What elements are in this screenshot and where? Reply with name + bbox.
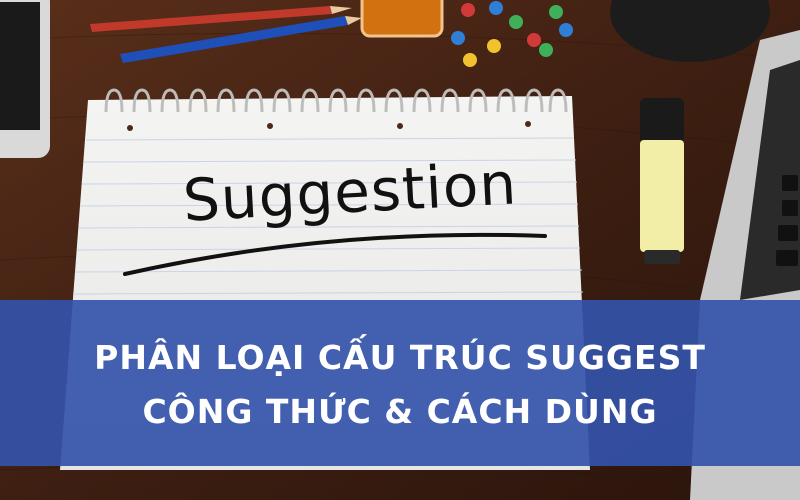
mug: [360, 0, 444, 38]
highlighter: [640, 98, 684, 264]
headline-line-2: CÔNG THỨC & CÁCH DÙNG: [142, 392, 658, 431]
title-banner: [0, 300, 800, 466]
smartphone: [0, 0, 50, 158]
headline-line-1: PHÂN LOẠI CẤU TRÚC SUGGEST: [94, 338, 706, 377]
